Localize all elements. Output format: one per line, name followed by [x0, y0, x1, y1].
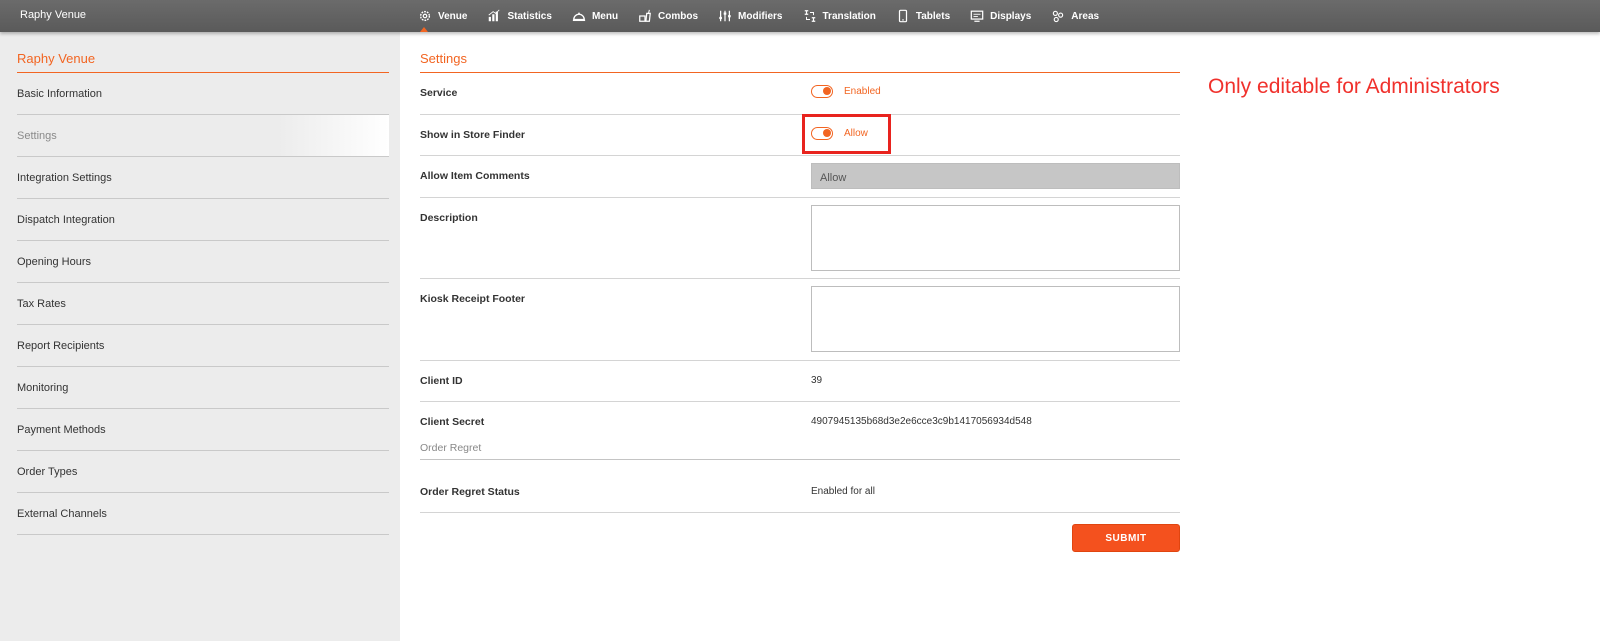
client-id-row: Client ID 39	[420, 361, 1180, 402]
nav-modifiers[interactable]: Modifiers	[718, 0, 783, 32]
sidebar-item-payment-methods[interactable]: Payment Methods	[17, 409, 389, 451]
kiosk-footer-textarea[interactable]	[811, 286, 1180, 352]
client-secret-value: 4907945135b68d3e2e6cce3c9b1417056934d548	[811, 416, 1032, 427]
nav-label: Modifiers	[738, 10, 783, 22]
sidebar-item-report-recipients[interactable]: Report Recipients	[17, 325, 389, 367]
item-comments-label: Allow Item Comments	[420, 170, 530, 182]
nav-label: Displays	[990, 10, 1032, 22]
submit-button[interactable]: SUBMIT	[1072, 524, 1180, 552]
admin-annotation: Only editable for Administrators	[1208, 75, 1500, 98]
nav-label: Areas	[1071, 10, 1100, 22]
nav-label: Venue	[438, 10, 468, 22]
sidebar-title: Raphy Venue	[17, 51, 389, 73]
cloche-icon	[572, 12, 586, 22]
description-textarea[interactable]	[811, 205, 1180, 271]
item-comments-row: Allow Item Comments Allow	[420, 156, 1180, 198]
section-title: Settings	[420, 51, 1180, 73]
sidebar-item-basic-information[interactable]: Basic Information	[17, 73, 389, 115]
display-icon	[970, 10, 984, 22]
sidebar-item-dispatch-integration[interactable]: Dispatch Integration	[17, 199, 389, 241]
client-secret-row: Client Secret 4907945135b68d3e2e6cce3c9b…	[420, 402, 1180, 442]
client-id-value: 39	[811, 375, 823, 386]
sidebar-item-monitoring[interactable]: Monitoring	[17, 367, 389, 409]
kiosk-footer-label: Kiosk Receipt Footer	[420, 293, 526, 305]
nav-venue[interactable]: Venue	[418, 0, 467, 32]
description-label: Description	[420, 212, 478, 224]
service-toggle[interactable]	[811, 85, 833, 98]
gear-icon	[419, 10, 431, 22]
app-brand: Raphy Venue	[20, 9, 87, 21]
tablet-icon	[898, 9, 907, 23]
sidebar-item-order-types[interactable]: Order Types	[17, 451, 389, 493]
store-finder-row: Show in Store Finder Allow	[420, 114, 1180, 156]
nav-displays[interactable]: Displays	[970, 0, 1031, 32]
sidebar: Raphy Venue Basic Information Settings I…	[0, 32, 400, 641]
nav-label: Translation	[822, 10, 876, 22]
nav-statistics[interactable]: Statistics	[487, 0, 552, 32]
areas-icon	[1053, 10, 1064, 23]
nav-label: Statistics	[507, 10, 552, 22]
nav-menu[interactable]: Menu	[572, 0, 618, 32]
nav-areas[interactable]: Areas	[1051, 0, 1099, 32]
nav-label: Tablets	[915, 10, 951, 22]
sidebar-list: Basic Information Settings Integration S…	[17, 73, 389, 535]
order-regret-value: Enabled for all	[811, 486, 875, 497]
translate-icon	[804, 10, 815, 22]
nav-translation[interactable]: Translation	[803, 0, 876, 32]
main-nav: Venue Statistics Menu Combos Modifiers T…	[418, 0, 1119, 32]
description-row: Description	[420, 198, 1180, 279]
client-id-label: Client ID	[420, 375, 463, 387]
store-finder-toggle-text: Allow	[844, 128, 868, 139]
item-comments-select[interactable]: Allow	[811, 163, 1180, 189]
client-secret-label: Client Secret	[420, 416, 485, 428]
service-label: Service	[420, 87, 458, 99]
nav-label: Menu	[591, 10, 619, 22]
sidebar-item-settings[interactable]: Settings	[17, 115, 389, 157]
order-regret-row: Order Regret Status Enabled for all	[420, 472, 1180, 513]
sidebar-item-external-channels[interactable]: External Channels	[17, 493, 389, 535]
sidebar-item-tax-rates[interactable]: Tax Rates	[17, 283, 389, 325]
kiosk-footer-row: Kiosk Receipt Footer	[420, 279, 1180, 361]
bar-chart-icon	[488, 9, 501, 22]
nav-combos[interactable]: Combos	[638, 0, 698, 32]
service-row: Service Enabled	[420, 73, 1180, 115]
top-bar: Raphy Venue Venue Statistics Menu Combos…	[0, 0, 1600, 32]
sliders-icon	[719, 10, 731, 22]
nav-label: Combos	[658, 10, 699, 22]
sidebar-item-opening-hours[interactable]: Opening Hours	[17, 241, 389, 283]
order-regret-heading: Order Regret	[420, 442, 1180, 460]
combo-icon	[639, 9, 651, 22]
store-finder-label: Show in Store Finder	[420, 129, 526, 141]
store-finder-toggle[interactable]	[811, 127, 833, 140]
nav-tablets[interactable]: Tablets	[896, 0, 950, 32]
service-toggle-text: Enabled	[844, 86, 881, 97]
order-regret-label: Order Regret Status	[420, 486, 520, 498]
sidebar-item-integration-settings[interactable]: Integration Settings	[17, 157, 389, 199]
